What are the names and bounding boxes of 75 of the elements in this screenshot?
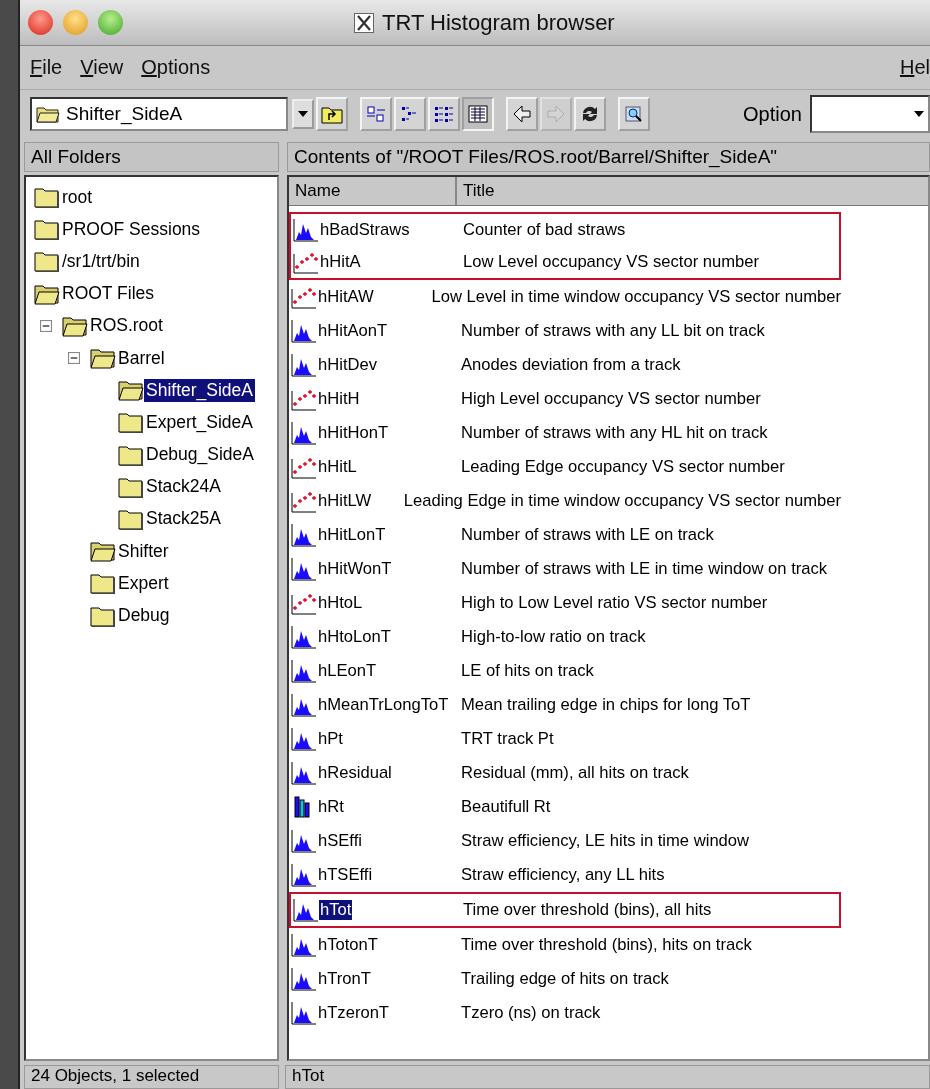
item-title: High-to-low ratio on track	[461, 627, 646, 647]
item-title: Leading Edge occupancy VS sector number	[461, 457, 785, 477]
item-title: Residual (mm), all hits on track	[461, 763, 689, 783]
tree-item[interactable]: Shifter	[116, 539, 171, 563]
item-title: LE of hits on track	[461, 661, 594, 681]
item-name[interactable]: hBadStraws	[319, 220, 411, 240]
item-name[interactable]: hHtoLonT	[317, 627, 392, 647]
item-name[interactable]: hHitLW	[317, 491, 373, 511]
item-title: Low Level in time window occupancy VS sector number	[431, 287, 841, 307]
column-header[interactable]: Title	[457, 177, 928, 205]
tree-item[interactable]: ROS.root	[88, 314, 165, 338]
tree-item[interactable]: Expert_SideA	[144, 410, 255, 434]
tree-item[interactable]: PROOF Sessions	[60, 217, 203, 241]
item-name[interactable]: hSEffi	[317, 831, 363, 851]
item-name[interactable]: hPt	[317, 729, 344, 749]
item-name[interactable]: hResidual	[317, 763, 393, 783]
panel-header: All Folders	[24, 142, 279, 172]
item-title: TRT track Pt	[461, 729, 554, 749]
item-title: Straw efficiency, any LL hits	[461, 865, 665, 885]
item-title: Tzero (ns) on track	[461, 1003, 601, 1023]
tree-item[interactable]: Expert	[116, 571, 171, 595]
item-title: Low Level occupancy VS sector number	[463, 252, 760, 272]
item-title: Number of straws with any HL hit on track	[461, 423, 768, 443]
column-header[interactable]: Name	[289, 177, 457, 205]
tree-item[interactable]: /sr1/trt/bin	[60, 249, 142, 273]
item-title: Anodes deviation from a track	[461, 355, 681, 375]
item-name[interactable]: hTronT	[317, 969, 372, 989]
menu-item[interactable]: View	[80, 56, 124, 79]
tree-item[interactable]: Barrel	[116, 346, 167, 370]
item-name[interactable]: hHitWonT	[317, 559, 393, 579]
panel-header: Contents of "/ROOT Files/ROS.root/Barrel/Shifter_SideA"	[287, 142, 930, 172]
window-title: TRT Histogram browser	[382, 10, 615, 36]
status-text: 24 Objects, 1 selected	[24, 1065, 279, 1089]
item-name[interactable]: hTot	[319, 900, 353, 920]
item-name[interactable]: hTotonT	[317, 935, 379, 955]
tree-item[interactable]: Stack25A	[144, 507, 223, 531]
item-name[interactable]: hHitLonT	[317, 525, 387, 545]
item-title: Time over threshold (bins), all hits	[463, 900, 712, 920]
item-name[interactable]: hHitHonT	[317, 423, 390, 443]
menu-item[interactable]: File	[30, 56, 63, 79]
item-title: Number of straws with LE in time window on track	[461, 559, 828, 579]
tree-item[interactable]: ROOT Files	[60, 282, 157, 306]
item-name[interactable]: hMeanTrLongToT	[317, 695, 450, 715]
item-title: High Level occupancy VS sector number	[461, 389, 761, 409]
tree-item[interactable]: root	[60, 185, 95, 209]
item-name[interactable]: hHtoL	[317, 593, 364, 613]
menu-item[interactable]: Hel	[899, 56, 930, 79]
tree-item[interactable]: Debug_SideA	[144, 443, 256, 467]
item-title: Number of straws with LE on track	[461, 525, 714, 545]
item-title: Straw efficiency, LE hits in time window	[461, 831, 750, 851]
item-name[interactable]: hHitAonT	[317, 321, 389, 341]
item-name[interactable]: hHitAW	[317, 287, 375, 307]
item-title: Number of straws with any LL bit on track	[461, 321, 765, 341]
item-name[interactable]: hTzeronT	[317, 1003, 390, 1023]
tree-item[interactable]: Debug	[116, 604, 172, 628]
item-name[interactable]: hHitA	[319, 252, 362, 272]
tree-item[interactable]: Shifter_SideA	[144, 378, 255, 402]
item-name[interactable]: hRt	[317, 797, 345, 817]
status-text: hTot	[285, 1065, 930, 1089]
item-title: High to Low Level ratio VS sector number	[461, 593, 768, 613]
item-title: Time over threshold (bins), hits on track	[461, 935, 752, 955]
item-title: Counter of bad straws	[463, 220, 626, 240]
option-label: Option	[743, 102, 802, 126]
item-name[interactable]: hHitL	[317, 457, 358, 477]
item-title: Leading Edge in time window occupancy VS sector number	[403, 491, 841, 511]
item-title: Beautifull Rt	[461, 797, 551, 817]
item-name[interactable]: hHitDev	[317, 355, 379, 375]
item-name[interactable]: hLEonT	[317, 661, 378, 681]
tree-item[interactable]: Stack24A	[144, 475, 223, 499]
location-combo[interactable]: Shifter_SideA	[30, 97, 288, 131]
item-title: Trailing edge of hits on track	[461, 969, 669, 989]
menu-item[interactable]: Options	[141, 56, 211, 79]
item-name[interactable]: hTSEffi	[317, 865, 374, 885]
item-title: Mean trailing edge in chips for long ToT	[461, 695, 751, 715]
item-name[interactable]: hHitH	[317, 389, 361, 409]
